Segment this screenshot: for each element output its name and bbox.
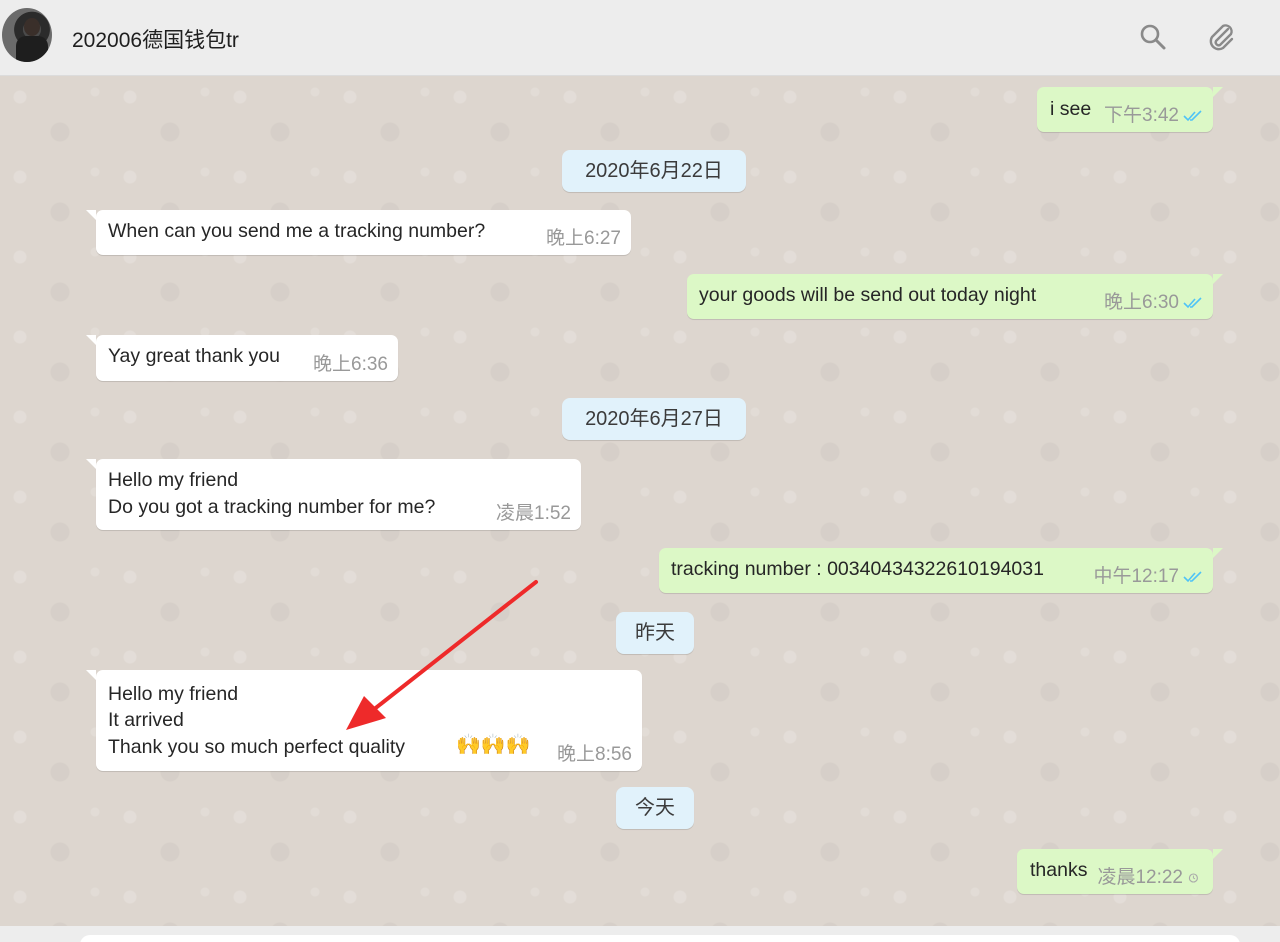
message-text: thanks [1030, 859, 1088, 881]
double-check-icon [1183, 570, 1202, 582]
message-time: 中午12:17 [1093, 565, 1179, 587]
composer-bar [0, 926, 1280, 942]
paperclip-icon[interactable] [1204, 20, 1238, 54]
message-text: i see [1050, 98, 1092, 120]
message-time: 晚上8:56 [557, 743, 632, 765]
message-line: Hello my friend [108, 469, 239, 491]
message-time: 晚上6:30 [1104, 291, 1179, 313]
message-text: tracking number : 00340434322610194031 [671, 558, 1044, 580]
clock-pending-icon [1188, 872, 1198, 883]
message-meta: 下午3:42 [1104, 103, 1203, 130]
message-line: Do you got a tracking number for me? [108, 496, 436, 518]
message-incoming[interactable]: When can you send me a tracking number? … [86, 210, 631, 255]
message-outgoing[interactable]: i see 下午3:42 [1037, 87, 1223, 132]
message-text: Yay great thank you [108, 345, 280, 367]
message-text: your goods will be send out today night [699, 284, 1037, 306]
clapping-hands-emoji: 🙌🙌🙌 [456, 734, 531, 756]
message-text: When can you send me a tracking number? [108, 220, 486, 242]
message-incoming[interactable]: Hello my friend Do you got a tracking nu… [86, 459, 581, 530]
date-divider: 2020年6月27日 [562, 398, 746, 440]
message-meta: 凌晨12:22 [1097, 865, 1203, 892]
search-icon[interactable] [1136, 20, 1170, 54]
contact-name[interactable]: 202006德国钱包tr [72, 24, 239, 54]
message-time: 凌晨1:52 [496, 502, 571, 524]
message-line: Hello my friend [108, 683, 239, 705]
chat-header: 202006德国钱包tr [0, 0, 1280, 76]
message-incoming[interactable]: Yay great thank you 晚上6:36 [86, 335, 398, 381]
message-time: 凌晨12:22 [1097, 866, 1183, 888]
message-incoming[interactable]: Hello my friend It arrived Thank you so … [86, 670, 642, 771]
message-time: 下午3:42 [1104, 104, 1179, 126]
date-divider: 昨天 [616, 612, 694, 654]
avatar-body-shape [16, 36, 48, 62]
message-meta: 中午12:17 [1093, 564, 1203, 591]
message-line: Thank you so much perfect quality [108, 736, 405, 758]
message-outgoing[interactable]: thanks 凌晨12:22 [1017, 849, 1223, 894]
message-line: It arrived [108, 709, 184, 731]
message-outgoing[interactable]: tracking number : 00340434322610194031 中… [659, 548, 1223, 593]
message-meta: 晚上6:30 [1104, 290, 1203, 317]
message-input[interactable] [80, 935, 1240, 942]
contact-avatar[interactable] [2, 8, 52, 62]
message-time: 晚上6:27 [546, 227, 621, 249]
message-time: 晚上6:36 [313, 353, 388, 375]
double-check-icon [1183, 109, 1202, 121]
avatar-head-shape [24, 18, 40, 36]
date-divider: 今天 [616, 787, 694, 829]
message-outgoing[interactable]: your goods will be send out today night … [687, 274, 1223, 319]
date-divider: 2020年6月22日 [562, 150, 746, 192]
double-check-icon [1183, 296, 1202, 308]
